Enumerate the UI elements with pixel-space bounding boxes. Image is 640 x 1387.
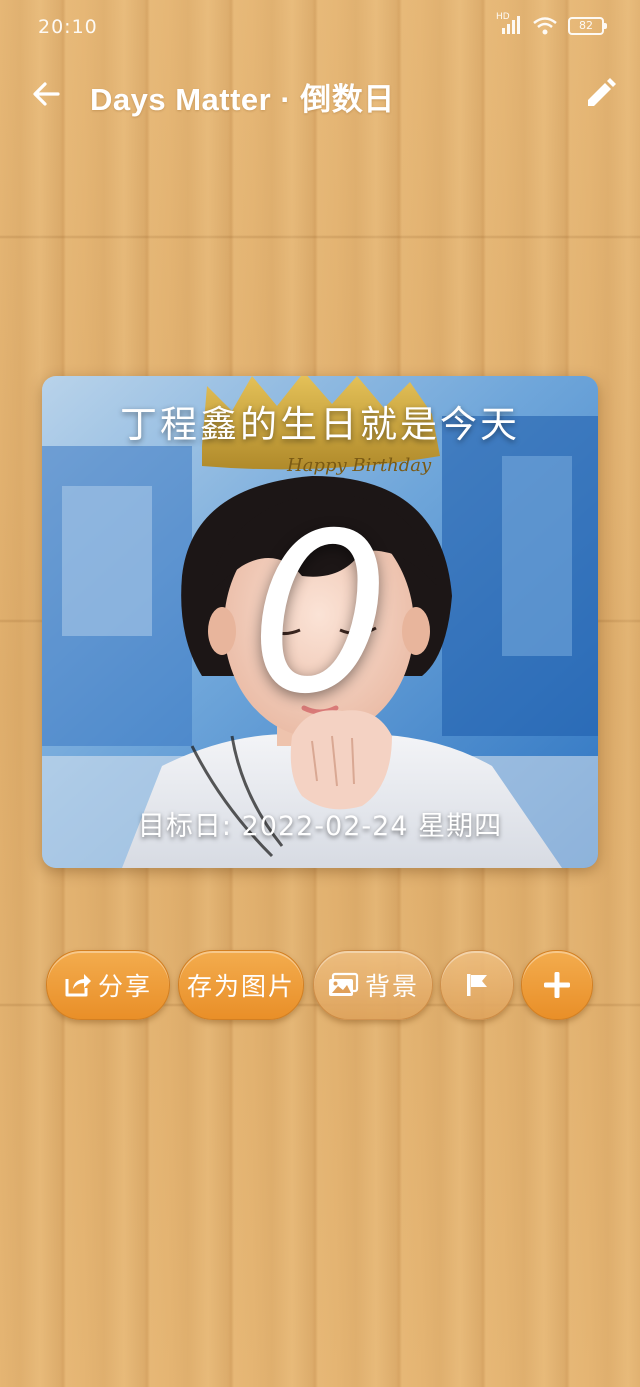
status-icons: HD 82: [496, 12, 607, 36]
wifi-icon: [532, 16, 558, 36]
add-button[interactable]: [521, 950, 593, 1020]
share-button[interactable]: 分享: [46, 950, 170, 1020]
app-title: Days Matter · 倒数日: [90, 82, 395, 117]
target-date: 目标日: 2022-02-24 星期四: [137, 811, 503, 842]
status-time: 20:10: [38, 16, 98, 38]
pencil-icon: [583, 77, 617, 115]
action-bar: 分享 存为图片 背景: [0, 950, 640, 1022]
app-bar: Days Matter · 倒数日: [0, 62, 640, 126]
background-label: 背景: [364, 972, 419, 1001]
image-icon: [327, 972, 359, 998]
network-label: HD: [496, 12, 510, 22]
days-count: 0: [250, 486, 390, 742]
event-title: 丁程鑫的生日就是今天: [120, 403, 520, 446]
arrow-left-icon: [31, 79, 61, 113]
crown-text: Happy Birthday: [286, 455, 432, 476]
back-button[interactable]: [22, 72, 70, 120]
plus-icon: [542, 970, 572, 1000]
battery-icon: 82: [568, 17, 607, 35]
background-button[interactable]: 背景: [313, 950, 433, 1020]
status-bar: 20:10 HD 82: [0, 0, 640, 56]
share-icon: [64, 972, 92, 998]
flag-icon: [463, 971, 491, 999]
signal-icon: HD: [496, 12, 522, 36]
save-image-label: 存为图片: [186, 972, 295, 1001]
edit-button[interactable]: [576, 72, 624, 120]
event-card[interactable]: Happy Birthday 丁程鑫的生日就是今天 0 目标日: 2022-02…: [42, 376, 598, 868]
flag-button[interactable]: [440, 950, 514, 1020]
save-image-button[interactable]: 存为图片: [178, 950, 304, 1020]
share-label: 分享: [97, 972, 152, 1001]
